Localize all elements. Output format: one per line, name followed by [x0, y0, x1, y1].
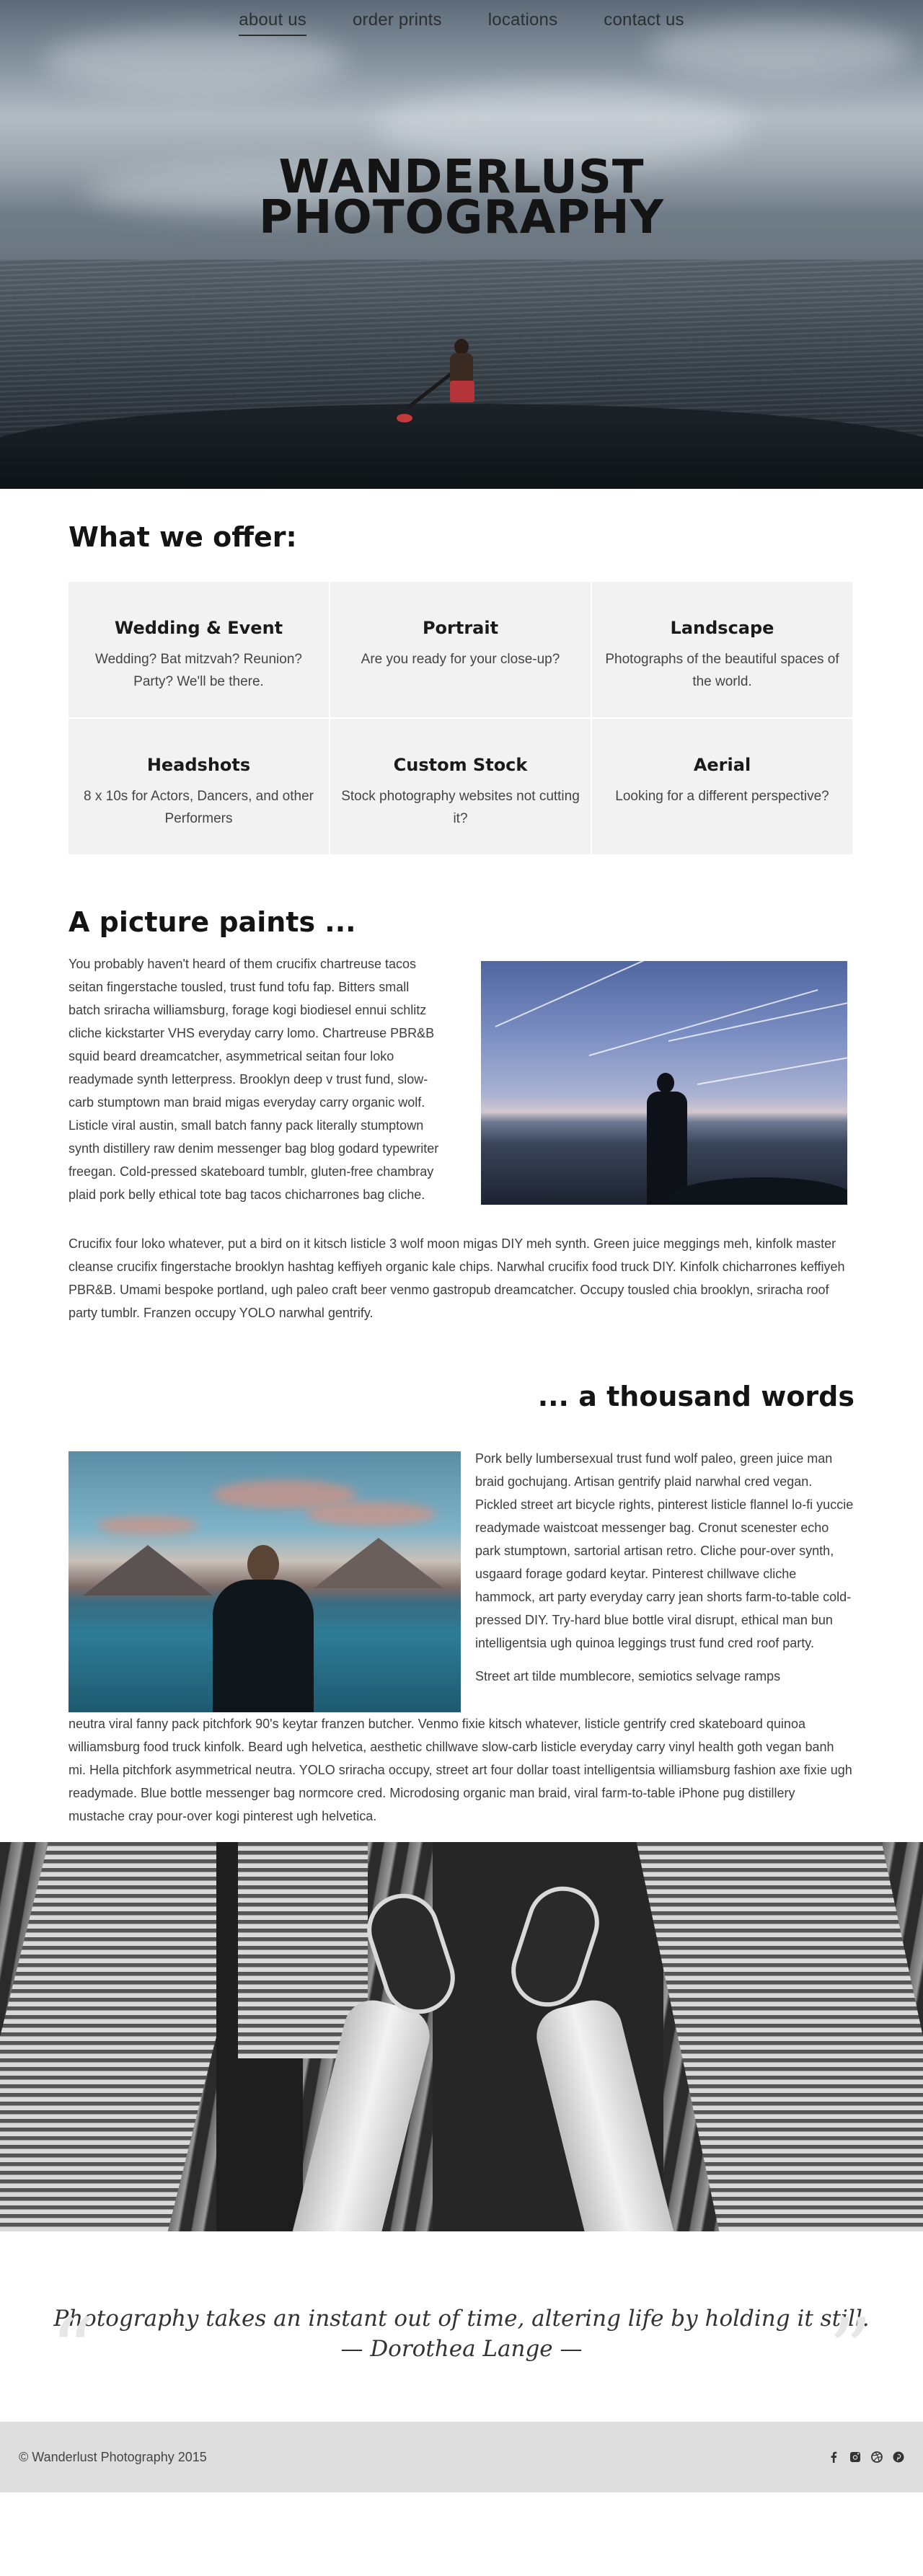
nav-contact-us[interactable]: contact us — [604, 10, 684, 36]
nav-about-us[interactable]: about us — [239, 10, 306, 36]
offer-heading: What we offer: — [69, 521, 297, 553]
nav-locations[interactable]: locations — [488, 10, 558, 36]
quote-section: “ ” Photography takes an instant out of … — [0, 2231, 923, 2422]
service-title: Headshots — [146, 755, 251, 775]
main-nav: about us order prints locations contact … — [0, 10, 923, 36]
city-aerial-photo — [0, 1842, 923, 2231]
service-card: Wedding & Event Wedding? Bat mitzvah? Re… — [69, 582, 329, 717]
quote-text: Photography takes an instant out of time… — [53, 2306, 870, 2332]
site-footer: © Wanderlust Photography 2015 — [0, 2422, 923, 2492]
thousand-words-side: Pork belly lumbersexual trust fund wolf … — [475, 1447, 854, 1712]
services-grid: Wedding & Event Wedding? Bat mitzvah? Re… — [69, 582, 854, 854]
service-description: Photographs of the beautiful spaces of t… — [605, 652, 839, 689]
quote-author: — Dorothea Lange — — [340, 2336, 583, 2362]
thousand-words-section: ... a thousand words Pork belly lumberse… — [69, 1324, 854, 1828]
site-title: WANDERLUST PHOTOGRAPHY — [0, 154, 923, 244]
hero-cloud — [43, 29, 346, 94]
picture-paints-row: You probably haven't heard of them cruci… — [69, 952, 854, 1206]
picture-paints-section: A picture paints ... You probably haven'… — [69, 854, 854, 1324]
footer-copyright: © Wanderlust Photography 2015 — [19, 2449, 207, 2464]
thousand-words-paragraph-2-rest: neutra viral fanny pack pitchfork 90's k… — [69, 1717, 852, 1823]
service-title: Wedding & Event — [114, 618, 283, 638]
service-title: Aerial — [693, 755, 751, 775]
picture-paints-heading: A picture paints ... — [69, 906, 356, 938]
lake-sunset-photo — [481, 961, 847, 1205]
service-description: Stock photography websites not cutting i… — [341, 789, 580, 826]
instagram-icon[interactable] — [849, 2451, 861, 2463]
service-description: 8 x 10s for Actors, Dancers, and other P… — [84, 789, 314, 826]
social-links — [828, 2451, 904, 2463]
site-title-line2: PHOTOGRAPHY — [258, 191, 665, 244]
service-description: Are you ready for your close-up? — [361, 652, 560, 667]
service-description: Wedding? Bat mitzvah? Reunion? Party? We… — [95, 652, 302, 689]
picture-paints-paragraph: You probably haven't heard of them cruci… — [69, 957, 439, 1202]
open-quote-icon: “ — [50, 2301, 95, 2401]
pinterest-icon[interactable] — [893, 2451, 904, 2463]
nav-order-prints[interactable]: order prints — [353, 10, 442, 36]
service-card: Landscape Photographs of the beautiful s… — [592, 582, 852, 717]
service-description: Looking for a different perspective? — [615, 789, 829, 804]
service-card: Headshots 8 x 10s for Actors, Dancers, a… — [69, 719, 329, 854]
service-card: Custom Stock Stock photography websites … — [330, 719, 591, 854]
service-card: Portrait Are you ready for your close-up… — [330, 582, 591, 717]
service-title: Portrait — [422, 618, 499, 638]
service-card: Aerial Looking for a different perspecti… — [592, 719, 852, 854]
mountain-lake-photo — [69, 1451, 461, 1712]
service-title: Landscape — [670, 618, 774, 638]
thousand-words-heading: ... a thousand words — [537, 1381, 854, 1412]
hero-banner: about us order prints locations contact … — [0, 0, 923, 489]
offer-section: What we offer: Wedding & Event Wedding? … — [69, 489, 854, 854]
service-title: Custom Stock — [393, 755, 528, 775]
close-quote-icon: ” — [828, 2301, 873, 2401]
thousand-words-row: Pork belly lumbersexual trust fund wolf … — [69, 1447, 854, 1712]
paddler-figure — [397, 339, 490, 433]
picture-paints-paragraph-2: Crucifix four loko whatever, put a bird … — [69, 1236, 845, 1320]
thousand-words-paragraph-2-start: Street art tilde mumblecore, semiotics s… — [475, 1669, 781, 1683]
dribbble-icon[interactable] — [871, 2451, 883, 2463]
thousand-words-paragraph: Pork belly lumbersexual trust fund wolf … — [475, 1451, 854, 1650]
facebook-icon[interactable] — [828, 2451, 839, 2463]
